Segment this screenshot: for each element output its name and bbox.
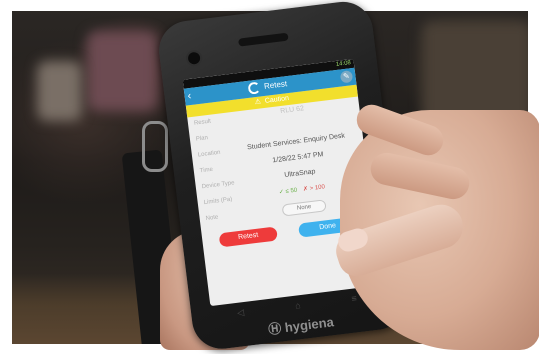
status-time: 14:08 [335, 60, 352, 68]
pass-limit-value: ≤ 50 [285, 187, 298, 196]
warning-icon: ⚠ [254, 98, 262, 107]
field-label: Time [199, 166, 214, 175]
field-label: Note [205, 214, 219, 222]
caution-label: Caution [264, 94, 290, 105]
pass-limit: ✓ ≤ 50 [279, 187, 298, 196]
fail-limit-value: > 100 [309, 184, 326, 193]
menu-nav-icon[interactable]: ≡ [351, 293, 357, 304]
speaker-grille [238, 32, 289, 47]
home-nav-icon[interactable]: ⌂ [294, 300, 301, 311]
field-label: Plan [195, 135, 209, 143]
back-nav-icon[interactable]: ◁ [236, 307, 244, 319]
app-logo-icon [247, 81, 261, 95]
check-icon: ✓ [278, 189, 285, 196]
field-label: Limits (Pa) [203, 196, 233, 207]
background-box [87, 31, 157, 111]
back-arrow-icon[interactable]: ‹ [187, 90, 192, 102]
brand-name: hygiena [283, 314, 335, 336]
fail-limit: ✗ > 100 [302, 183, 326, 193]
settings-icon[interactable]: ✎ [339, 70, 354, 84]
field-label: Result [193, 118, 212, 127]
lanyard-clip [142, 121, 168, 172]
field-label: Device Type [201, 180, 235, 191]
brand-logo-icon: Ⓗ [267, 320, 283, 338]
background-cup [37, 61, 82, 121]
camera-icon [185, 49, 204, 68]
field-label: Location [197, 149, 221, 159]
retest-button[interactable]: Retest [218, 226, 278, 248]
note-button[interactable]: None [281, 199, 327, 217]
app-title: Retest [263, 79, 288, 91]
cross-icon: ✗ [302, 186, 309, 193]
